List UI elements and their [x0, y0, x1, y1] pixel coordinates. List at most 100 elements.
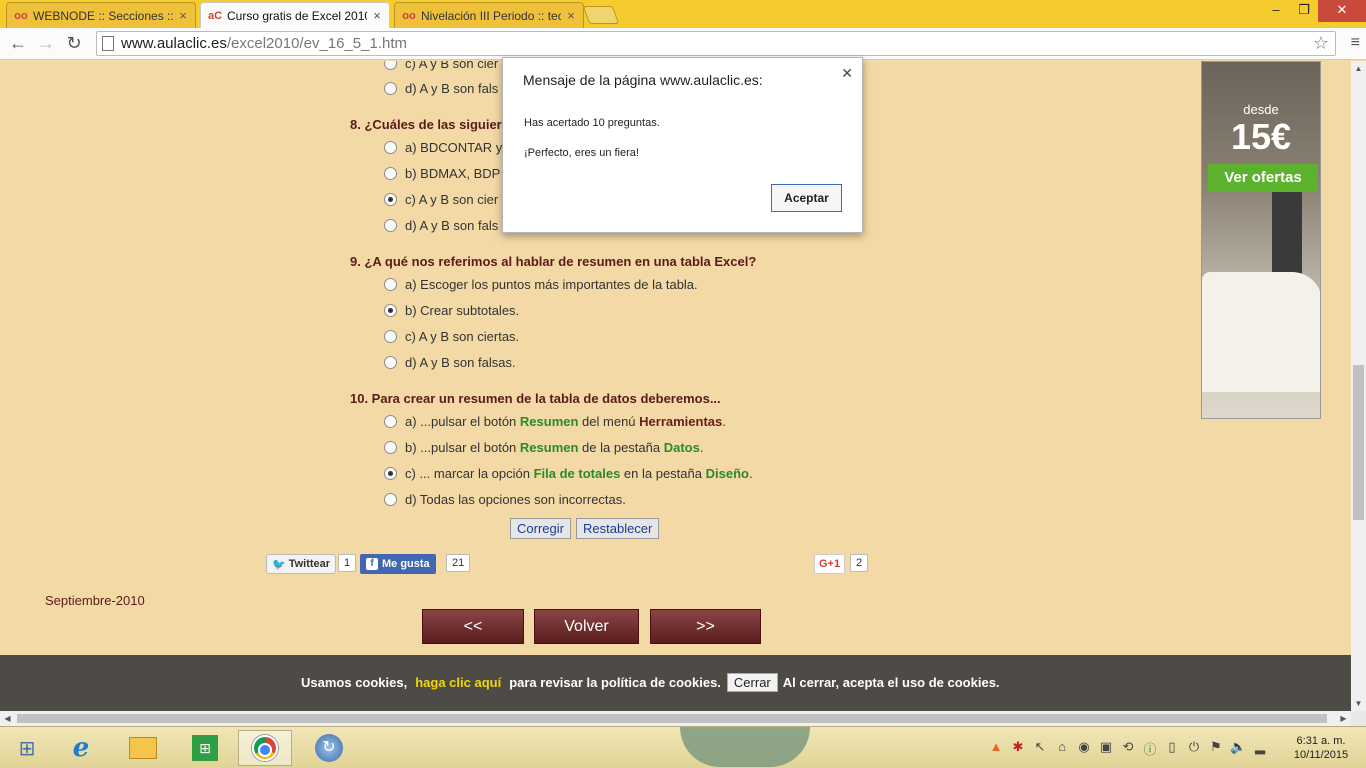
taskbar: ⊞ e ⊞ ↻ ▲ ✱ ↖ ⌂ ◉ ▣ ⟲ ⓘ ▯ ⏻ ⚑ 🔈 ▂ 6:31 a… — [0, 726, 1366, 768]
ad-cta-button[interactable]: Ver ofertas — [1208, 164, 1318, 192]
facebook-icon: f — [366, 558, 378, 570]
radio-button[interactable] — [384, 441, 397, 454]
radio-button[interactable] — [384, 415, 397, 428]
tab-aulaclic[interactable]: aC Curso gratis de Excel 2010. × — [200, 2, 390, 28]
next-page-button[interactable]: >> — [650, 609, 761, 644]
tray-arrow-icon[interactable]: ↖ — [1032, 739, 1048, 758]
facebook-like-button[interactable]: f Me gusta — [360, 554, 436, 574]
radio-button[interactable] — [384, 493, 397, 506]
tab-webnode[interactable]: oo WEBNODE :: Secciones :: J × — [6, 2, 196, 28]
reload-icon[interactable]: ↻ — [62, 32, 86, 56]
tab-nivelacion[interactable]: oo Nivelación III Periodo :: tec × — [394, 2, 584, 28]
radio-button[interactable] — [384, 219, 397, 232]
q7-option-c[interactable]: c) A y B son cier — [384, 61, 498, 71]
forward-arrow-icon[interactable]: → — [34, 32, 58, 56]
prev-page-button[interactable]: << — [422, 609, 524, 644]
close-icon[interactable]: ✕ — [841, 65, 853, 82]
horizontal-scrollbar[interactable]: ◀ ▶ — [0, 711, 1351, 726]
q9-option-b[interactable]: b) Crear subtotales. — [384, 303, 519, 318]
chrome-icon[interactable] — [238, 730, 292, 766]
twitter-button[interactable]: 🐦 Twittear — [266, 554, 337, 574]
volver-button[interactable]: Volver — [534, 609, 639, 644]
acrobat-icon[interactable]: ✱ — [1010, 739, 1026, 758]
radio-button[interactable] — [384, 356, 397, 369]
dialog-message-1: Has acertado 10 preguntas. — [524, 117, 660, 129]
scroll-right-arrow-icon[interactable]: ▶ — [1336, 711, 1351, 726]
start-windows-icon[interactable]: ⊞ — [0, 730, 54, 766]
option-label: d) A y B son falsas. — [405, 355, 516, 370]
option-label: a) ...pulsar el botón Resumen del menú H… — [405, 414, 726, 429]
cookie-policy-link[interactable]: haga clic aquí — [415, 675, 501, 690]
network-tray-icon[interactable]: ⌂ — [1054, 739, 1070, 758]
scroll-down-arrow-icon[interactable]: ▼ — [1351, 696, 1366, 711]
cookie-close-button[interactable]: Cerrar — [726, 673, 778, 692]
update-icon[interactable]: ↻ — [302, 730, 356, 766]
wallpaper-decoration — [680, 727, 810, 767]
menu-icon[interactable]: ≡ — [1351, 34, 1360, 52]
radio-button[interactable] — [384, 82, 397, 95]
q8-option-b[interactable]: b) BDMAX, BDP — [384, 166, 500, 181]
q8-option-a[interactable]: a) BDCONTAR y — [384, 140, 502, 155]
file-explorer-icon[interactable] — [116, 730, 170, 766]
hotel-ad-banner[interactable]: desde 15€ Ver ofertas — [1201, 61, 1321, 419]
internet-explorer-icon[interactable]: e — [54, 730, 108, 766]
scroll-thumb[interactable] — [1353, 365, 1364, 520]
radio-button[interactable] — [384, 330, 397, 343]
radio-button-selected[interactable] — [384, 193, 397, 206]
new-tab-button[interactable] — [582, 6, 620, 24]
q7-option-d[interactable]: d) A y B son fals — [384, 81, 498, 96]
cookie-text: Usamos cookies, — [301, 675, 408, 690]
q10-option-a[interactable]: a) ...pulsar el botón Resumen del menú H… — [384, 414, 726, 429]
radio-button[interactable] — [384, 278, 397, 291]
scroll-up-arrow-icon[interactable]: ▲ — [1351, 61, 1366, 76]
radio-button-selected[interactable] — [384, 467, 397, 480]
q10-option-c[interactable]: c) ... marcar la opción Fila de totales … — [384, 466, 753, 481]
clock[interactable]: 6:31 a. m. 10/11/2015 — [1286, 734, 1356, 762]
scroll-thumb[interactable] — [17, 714, 1327, 723]
corregir-button[interactable]: Corregir — [510, 518, 571, 539]
radio-button[interactable] — [384, 141, 397, 154]
address-bar[interactable]: www.aulaclic.es/excel2010/ev_16_5_1.htm … — [96, 31, 1336, 56]
volume-icon[interactable]: 🔈 — [1230, 739, 1246, 758]
date-label: Septiembre-2010 — [45, 593, 145, 608]
display-icon[interactable]: ▣ — [1098, 739, 1114, 758]
q8-option-d[interactable]: d) A y B son fals — [384, 218, 498, 233]
back-arrow-icon[interactable]: ← — [6, 32, 30, 56]
q9-option-d[interactable]: d) A y B son falsas. — [384, 355, 516, 370]
power-icon[interactable]: ⏻ — [1186, 739, 1202, 758]
vertical-scrollbar[interactable]: ▲ ▼ — [1351, 61, 1366, 711]
ad-desde: desde — [1243, 102, 1279, 117]
close-icon[interactable]: × — [371, 8, 383, 23]
security-icon[interactable]: ◉ — [1076, 739, 1092, 758]
aceptar-button[interactable]: Aceptar — [771, 184, 842, 212]
q9-option-c[interactable]: c) A y B son ciertas. — [384, 329, 519, 344]
window-close-icon[interactable]: ✕ — [1318, 0, 1366, 22]
q10-option-d[interactable]: d) Todas las opciones son incorrectas. — [384, 492, 626, 507]
q8-option-c[interactable]: c) A y B son cier — [384, 192, 498, 207]
signal-icon[interactable]: ▂ — [1252, 739, 1268, 758]
device-icon[interactable]: ▯ — [1164, 739, 1180, 758]
minimize-icon[interactable]: – — [1262, 0, 1290, 22]
radio-button-selected[interactable] — [384, 304, 397, 317]
q9-option-a[interactable]: a) Escoger los puntos más importantes de… — [384, 277, 698, 292]
gplus-button[interactable]: G+1 — [814, 554, 846, 574]
option-label: b) ...pulsar el botón Resumen de la pest… — [405, 440, 704, 455]
close-icon[interactable]: × — [565, 8, 577, 23]
scroll-left-arrow-icon[interactable]: ◀ — [0, 711, 15, 726]
info-icon[interactable]: ⓘ — [1142, 739, 1158, 758]
sync-icon[interactable]: ⟲ — [1120, 739, 1136, 758]
store-icon[interactable]: ⊞ — [178, 730, 232, 766]
q10-option-b[interactable]: b) ...pulsar el botón Resumen de la pest… — [384, 440, 703, 455]
bookmark-star-icon[interactable]: ☆ — [1313, 33, 1329, 54]
clock-date: 10/11/2015 — [1293, 749, 1349, 761]
restore-icon[interactable]: ❐ — [1290, 0, 1318, 22]
radio-button[interactable] — [384, 61, 397, 70]
close-icon[interactable]: × — [177, 8, 189, 23]
flash-icon[interactable]: ▲ — [988, 739, 1004, 758]
flag-icon[interactable]: ⚑ — [1208, 739, 1224, 758]
ad-bed-image — [1202, 272, 1320, 392]
restablecer-button[interactable]: Restablecer — [576, 518, 660, 539]
option-label: c) A y B son cier — [405, 61, 499, 71]
cookie-text: Al cerrar, acepta el uso de cookies. — [782, 675, 1000, 690]
radio-button[interactable] — [384, 167, 397, 180]
